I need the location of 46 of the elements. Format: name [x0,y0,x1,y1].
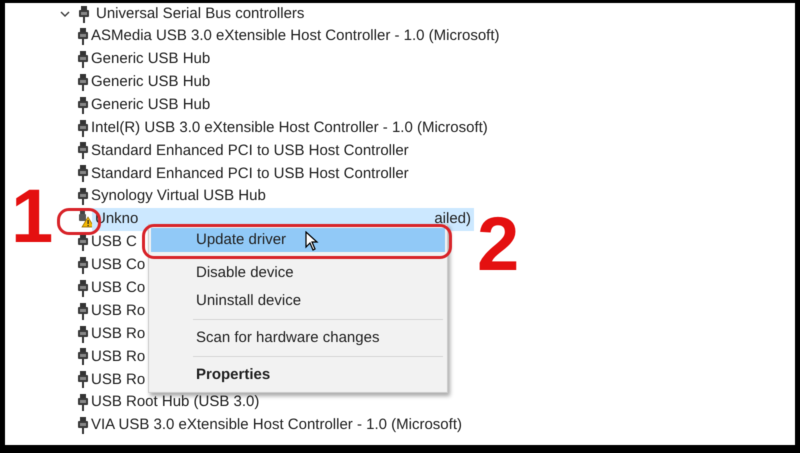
menu-item[interactable]: Disable device [151,260,445,286]
tree-item[interactable]: Synology Virtual USB Hub [88,185,269,208]
warning-usb-icon [78,211,94,228]
usb-plug-icon [79,6,89,22]
tree-item[interactable]: Generic USB Hub [88,94,214,116]
usb-plug-icon [78,371,88,388]
tree-item[interactable]: USB Root Hub (USB 3.0) [88,391,262,414]
usb-plug-icon [78,142,88,160]
annotation-number: 1 [11,179,54,255]
usb-plug-icon [78,394,88,412]
menu-item[interactable]: Scan for hardware changes [151,325,445,351]
tree-item[interactable]: VIA USB 3.0 eXtensible Host Controller - 1.0 (Microsoft) [88,414,465,437]
tree-item[interactable]: USB Co [88,254,148,277]
tree-item[interactable]: Intel(R) USB 3.0 eXtensible Host Controller - 1.0 (Microsoft) [88,116,491,140]
usb-plug-icon [78,74,88,91]
usb-plug-icon [78,96,88,114]
tree-item[interactable]: USB Ro [88,322,148,346]
tree-item[interactable]: USB Ro [88,368,148,392]
tree-item[interactable]: Standard Enhanced PCI to USB Host Controller [88,162,412,186]
usb-plug-icon [78,302,88,320]
menu-item[interactable]: Uninstall device [151,288,445,314]
usb-plug-icon [78,28,88,45]
tree-item[interactable]: ASMedia USB 3.0 eXtensible Host Controller - 1.0 (Microsoft) [88,25,502,48]
usb-plug-icon [78,417,88,434]
mouse-pointer-icon [305,231,319,251]
annotation-number: 2 [477,207,520,283]
menu-item[interactable]: Properties [151,362,445,388]
usb-plug-icon [78,50,88,68]
tree-item[interactable]: Standard Enhanced PCI to USB Host Controller [88,140,412,162]
usb-plug-icon [78,165,88,182]
tree-item[interactable]: USB Ro [88,300,148,322]
usb-plug-icon [78,256,88,274]
tree-item[interactable]: USB Co [88,276,148,300]
tree-item[interactable]: Universal Serial Bus controllers [93,3,308,26]
tree-item[interactable]: USB C [88,231,140,254]
tree-item[interactable]: Generic USB Hub [88,70,214,94]
tree-item[interactable]: Generic USB Hub [88,48,214,71]
usb-plug-icon [78,280,88,297]
usb-plug-icon [78,188,88,206]
usb-plug-icon [78,234,88,251]
menu-item[interactable]: Update driver [151,228,445,252]
usb-plug-icon [78,326,88,343]
chevron-down-icon[interactable] [59,9,71,19]
usb-plug-icon [78,348,88,366]
tree-item[interactable]: USB Ro [88,346,148,368]
usb-plug-icon [78,120,88,136]
